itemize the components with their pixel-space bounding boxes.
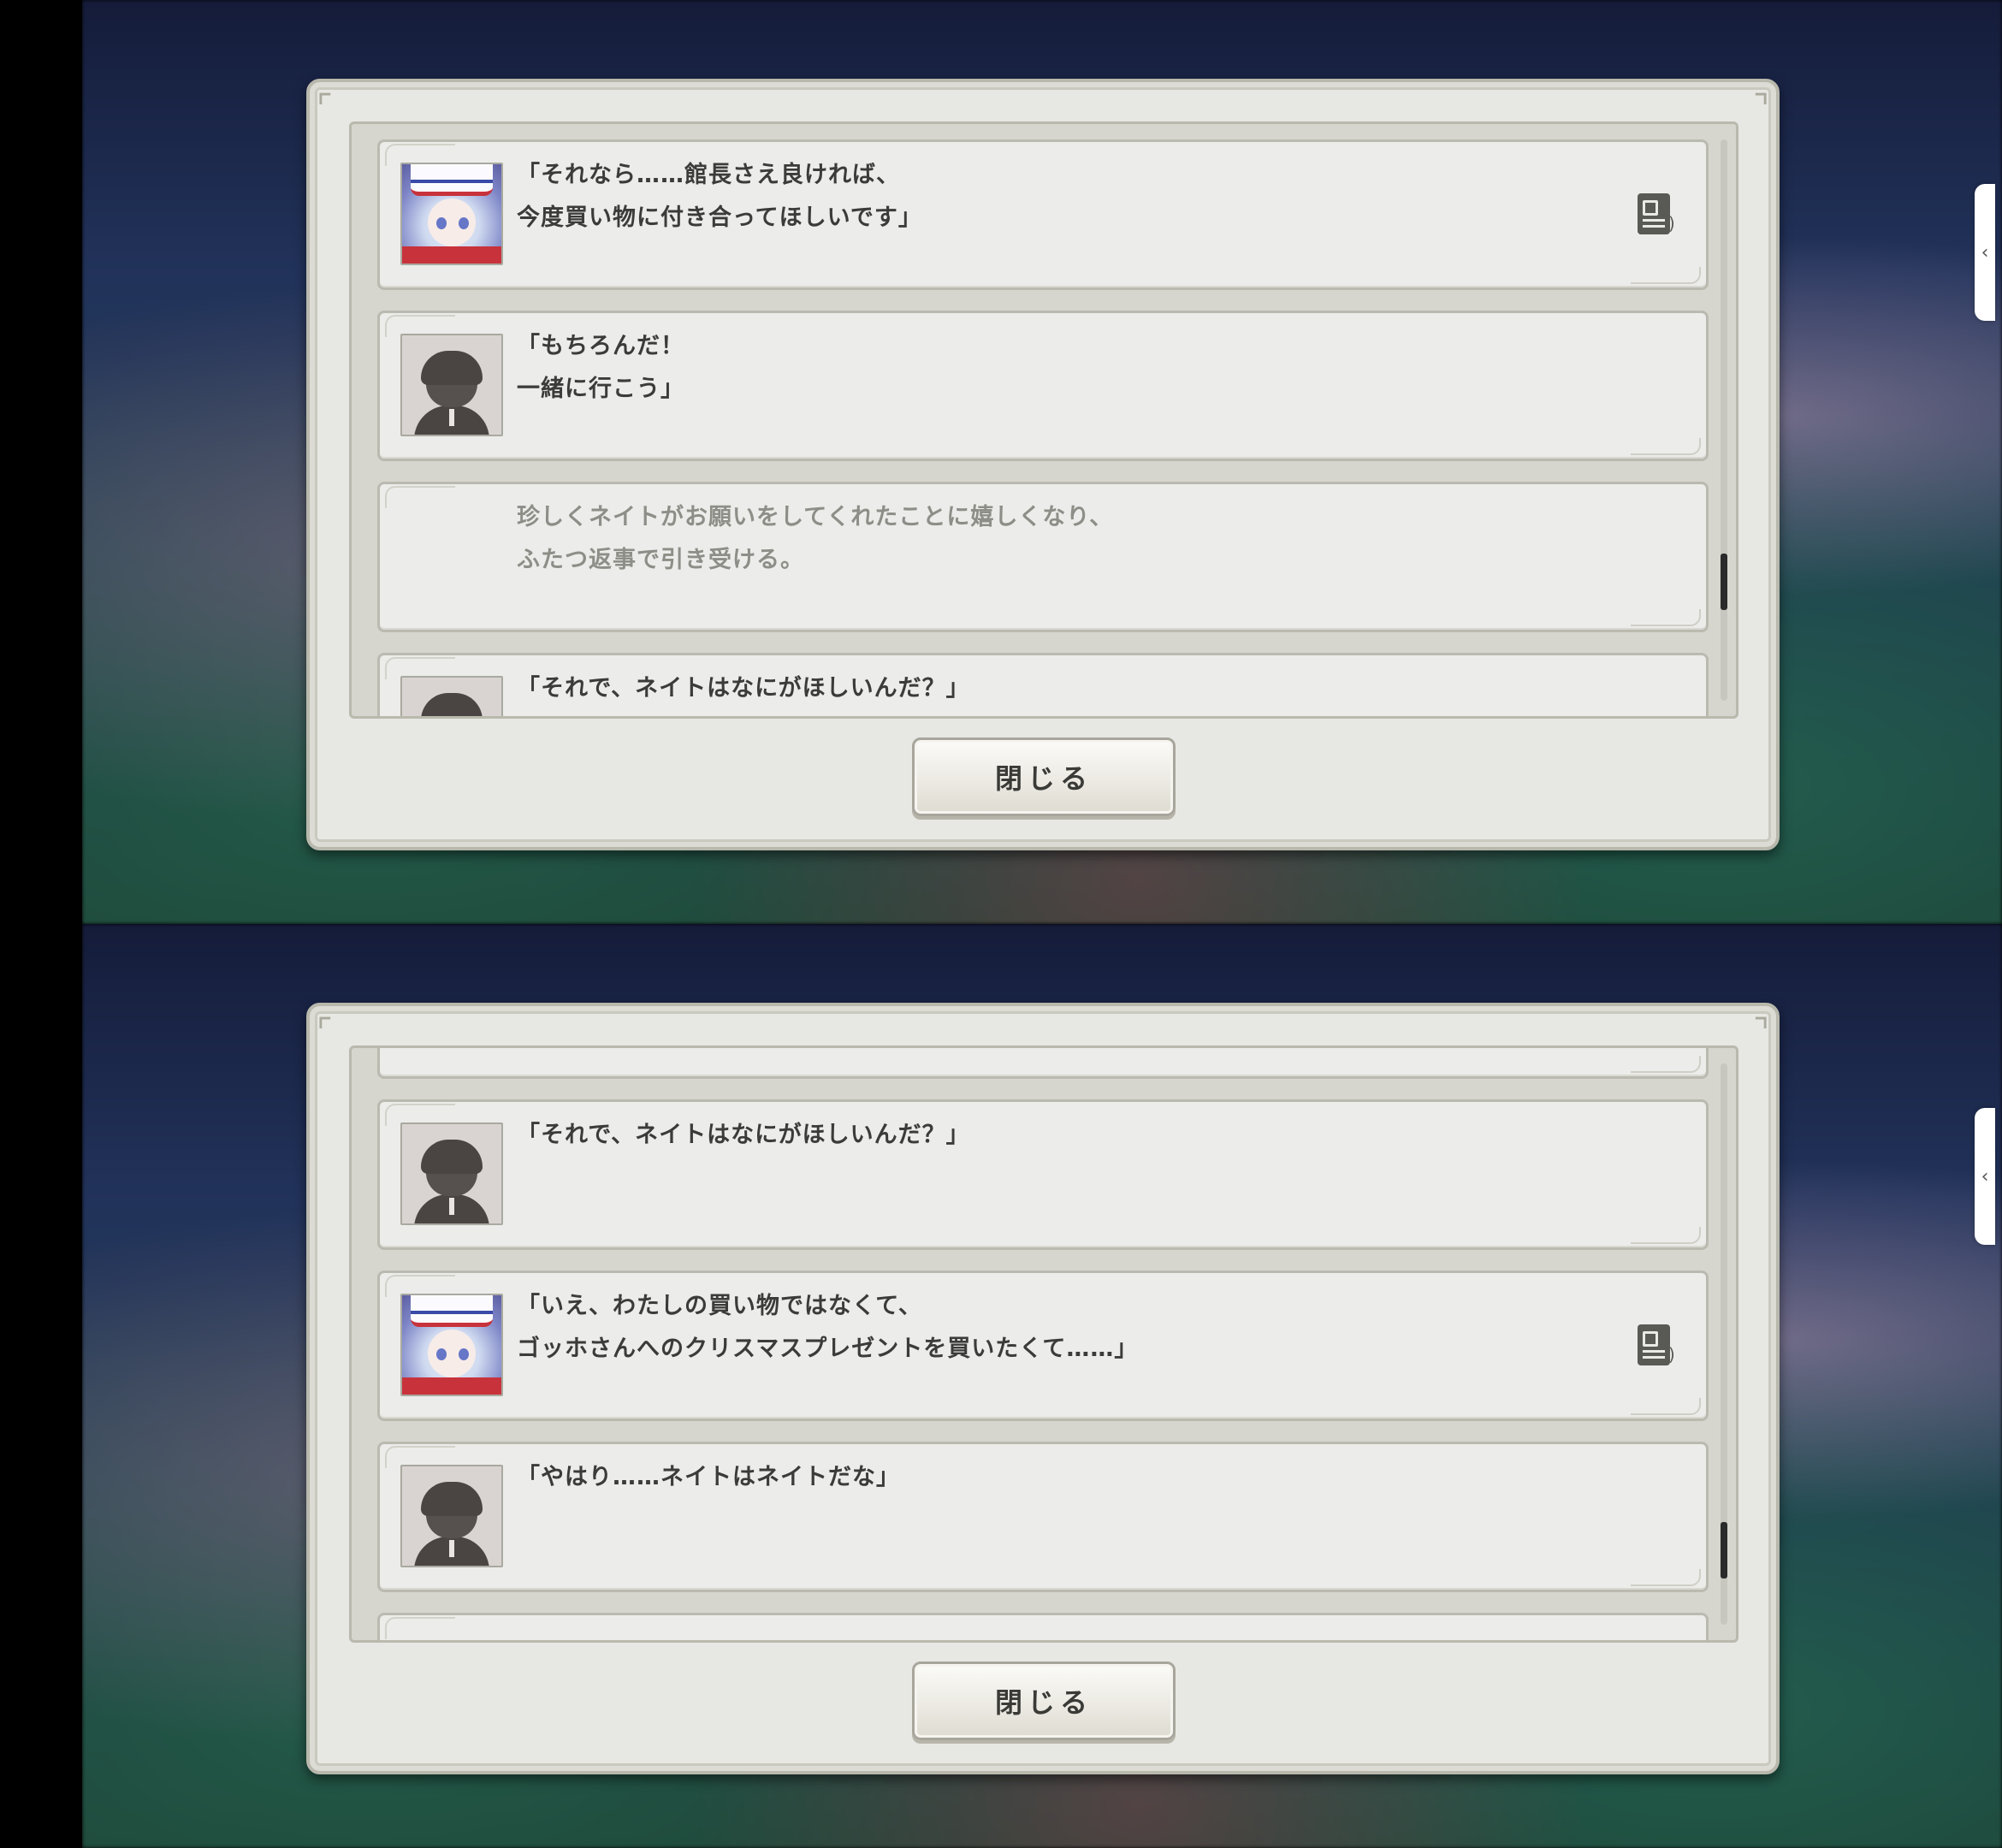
side-menu-tab[interactable]: ‹ xyxy=(1975,1108,1995,1245)
dialogue-text: 「いえ、わたしの買い物ではなくて、 ゴッホさんへのクリスマスプレゼントを買いたく… xyxy=(517,1293,1139,1362)
voice-replay-icon[interactable]: ) xyxy=(1638,193,1687,238)
avatar-director xyxy=(400,1122,503,1225)
screen-top: ‹ ⌜ ⌝ 「それなら……館長さえ良ければ、 今度買い物に付き合ってほしいです」… xyxy=(82,0,2002,924)
log-entry: 「それで、ネイトはなにがほしいんだ？」 xyxy=(377,1099,1709,1250)
dialogue-text: 「もちろんだ！ 一緒に行こう」 xyxy=(517,333,684,402)
avatar-nate xyxy=(400,163,503,265)
screen-bottom: ‹ ⌜ ⌝ 「それで、ネイトはなにがほしいんだ？」 「いえ、わたしの買い物ではな… xyxy=(82,924,2002,1848)
chevron-left-icon: ‹ xyxy=(1981,241,1989,264)
log-entry xyxy=(377,1048,1709,1079)
log-entry xyxy=(377,1613,1709,1640)
log-entry: 「それで、ネイトはなにがほしいんだ？」 xyxy=(377,653,1709,716)
chevron-left-icon: ‹ xyxy=(1981,1165,1989,1188)
avatar-director xyxy=(400,1465,503,1567)
log-dialog: ⌜ ⌝ 「それなら……館長さえ良ければ、 今度買い物に付き合ってほしいです」 ) xyxy=(306,79,1780,850)
side-menu-tab[interactable]: ‹ xyxy=(1975,184,1995,321)
dialogue-text: 「それで、ネイトはなにがほしいんだ？」 xyxy=(517,675,970,702)
log-entry-narration: 珍しくネイトがお願いをしてくれたことに嬉しくなり、 ふたつ返事で引き受ける。 xyxy=(377,482,1709,632)
scrollbar[interactable] xyxy=(1721,139,1727,701)
log-dialog: ⌜ ⌝ 「それで、ネイトはなにがほしいんだ？」 「いえ、わたしの買い物ではなくて… xyxy=(306,1003,1780,1774)
log-entry: 「それなら……館長さえ良ければ、 今度買い物に付き合ってほしいです」 ) xyxy=(377,139,1709,290)
avatar-director xyxy=(400,676,503,716)
log-list[interactable]: 「それで、ネイトはなにがほしいんだ？」 「いえ、わたしの買い物ではなくて、 ゴッ… xyxy=(349,1045,1738,1643)
narration-text: 珍しくネイトがお願いをしてくれたことに嬉しくなり、 ふたつ返事で引き受ける。 xyxy=(517,504,1114,573)
scrollbar-thumb[interactable] xyxy=(1721,554,1727,610)
close-button[interactable]: 閉じる xyxy=(912,1661,1176,1740)
dialogue-text: 「それで、ネイトはなにがほしいんだ？」 xyxy=(517,1122,970,1148)
close-button[interactable]: 閉じる xyxy=(912,737,1176,816)
log-entry: 「やはり……ネイトはネイトだな」 xyxy=(377,1442,1709,1592)
voice-replay-icon[interactable]: ) xyxy=(1638,1324,1687,1369)
log-list[interactable]: 「それなら……館長さえ良ければ、 今度買い物に付き合ってほしいです」 ) 「もち… xyxy=(349,121,1738,719)
scrollbar[interactable] xyxy=(1721,1063,1727,1625)
log-entry: 「いえ、わたしの買い物ではなくて、 ゴッホさんへのクリスマスプレゼントを買いたく… xyxy=(377,1270,1709,1421)
dialogue-text: 「やはり……ネイトはネイトだな」 xyxy=(517,1464,900,1490)
avatar-nate xyxy=(400,1294,503,1396)
dialogue-text: 「それなら……館長さえ良ければ、 今度買い物に付き合ってほしいです」 xyxy=(517,162,922,231)
scrollbar-thumb[interactable] xyxy=(1721,1522,1727,1578)
log-entry: 「もちろんだ！ 一緒に行こう」 xyxy=(377,311,1709,461)
left-black-bar xyxy=(0,0,82,1848)
avatar-director xyxy=(400,334,503,436)
